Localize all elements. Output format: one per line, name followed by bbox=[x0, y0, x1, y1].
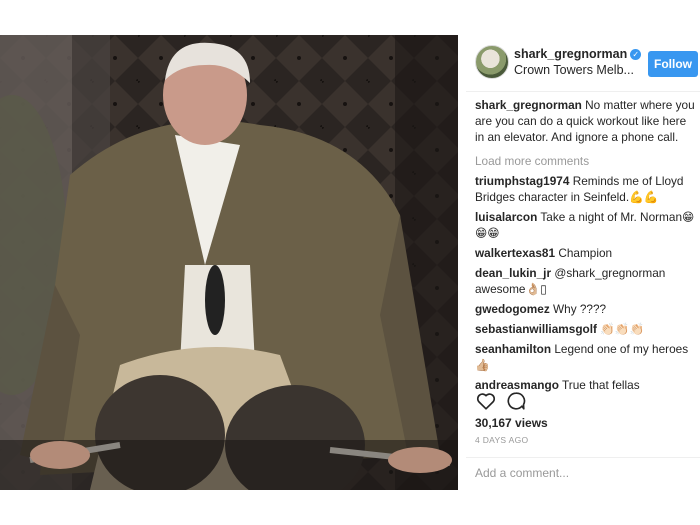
comment-username[interactable]: walkertexas81 bbox=[475, 246, 555, 260]
comment-item: walkertexas81 Champion bbox=[475, 245, 695, 261]
comment-item: triumphstag1974 Reminds me of Lloyd Brid… bbox=[475, 173, 695, 205]
comment-item: luisalarcon Take a night of Mr. Norman😁😁… bbox=[475, 209, 695, 241]
action-bar bbox=[475, 390, 675, 414]
comments-list: shark_gregnorman No matter where you are… bbox=[475, 97, 695, 397]
load-more-comments-link[interactable]: Load more comments bbox=[475, 153, 695, 169]
comments-container: triumphstag1974 Reminds me of Lloyd Brid… bbox=[475, 173, 695, 393]
comment-emoji: 👍🏼 bbox=[475, 358, 490, 372]
comment-username[interactable]: triumphstag1974 bbox=[475, 174, 569, 188]
add-comment-bar: Add a comment... bbox=[466, 457, 700, 491]
comment-username[interactable]: gwedogomez bbox=[475, 302, 550, 316]
instagram-post: shark_gregnorman ✓ Crown Towers Melb... F… bbox=[0, 35, 700, 490]
video-frame bbox=[0, 35, 458, 490]
comment-username[interactable]: sebastianwilliamsgolf bbox=[475, 322, 597, 336]
post-sidebar: shark_gregnorman ✓ Crown Towers Melb... F… bbox=[466, 35, 700, 490]
comment-emoji: 👌🏼▯ bbox=[525, 282, 547, 296]
comment-text: Take a night of Mr. Norman bbox=[540, 210, 683, 224]
view-count[interactable]: 30,167 views bbox=[475, 416, 548, 430]
caption-username[interactable]: shark_gregnorman bbox=[475, 98, 582, 112]
avatar[interactable] bbox=[475, 45, 509, 79]
comment-emoji: 💪💪 bbox=[629, 190, 659, 204]
comment-item: seanhamilton Legend one of my heroes 👍🏼 bbox=[475, 341, 695, 373]
comment-emoji: 👏🏻👏🏻👏🏻 bbox=[600, 322, 645, 336]
follow-button[interactable]: Follow bbox=[648, 51, 698, 77]
author-username-text[interactable]: shark_gregnorman bbox=[514, 47, 627, 61]
comment-icon[interactable] bbox=[505, 390, 527, 412]
caption: shark_gregnorman No matter where you are… bbox=[475, 97, 695, 145]
post-video[interactable] bbox=[0, 35, 458, 490]
comment-username[interactable]: seanhamilton bbox=[475, 342, 551, 356]
comment-item: gwedogomez Why ???? bbox=[475, 301, 695, 317]
comment-username[interactable]: dean_lukin_jr bbox=[475, 266, 551, 280]
location-link[interactable]: Crown Towers Melb... bbox=[514, 63, 634, 77]
post-header: shark_gregnorman ✓ Crown Towers Melb... F… bbox=[466, 35, 700, 92]
add-comment-input[interactable]: Add a comment... bbox=[475, 466, 569, 480]
heart-icon[interactable] bbox=[475, 390, 497, 412]
comment-text: Champion bbox=[558, 246, 613, 260]
verified-badge-icon: ✓ bbox=[630, 49, 642, 61]
comment-username[interactable]: luisalarcon bbox=[475, 210, 537, 224]
comment-text: Why ???? bbox=[553, 302, 607, 316]
post-timestamp[interactable]: 4 DAYS AGO bbox=[475, 435, 528, 445]
author-username[interactable]: shark_gregnorman ✓ bbox=[514, 47, 642, 61]
comment-text: Legend one of my heroes bbox=[554, 342, 689, 356]
comment-item: dean_lukin_jr @shark_gregnorman awesome👌… bbox=[475, 265, 695, 297]
comment-item: sebastianwilliamsgolf 👏🏻👏🏻👏🏻 bbox=[475, 321, 695, 337]
